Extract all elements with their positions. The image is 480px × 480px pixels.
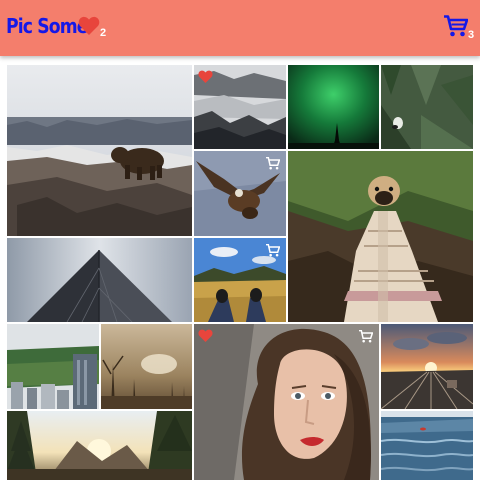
cart-count: 3: [468, 29, 475, 41]
heart-icon: [78, 16, 100, 35]
cart-link[interactable]: 3: [444, 15, 476, 43]
photo-dead-trees[interactable]: [101, 324, 192, 409]
photo-woman-portrait-cart-icon[interactable]: [359, 330, 375, 344]
photo-pug-blanket-image: [288, 151, 473, 322]
photo-woman-portrait-image: [194, 324, 379, 480]
app-title[interactable]: Pic Some: [6, 14, 88, 38]
photo-skyscraper-image: [7, 238, 192, 322]
photo-aurora[interactable]: [288, 65, 379, 149]
photo-woman-portrait[interactable]: [194, 324, 379, 480]
photo-feet-in-field-cart-icon[interactable]: [266, 244, 282, 258]
photo-ocean[interactable]: [381, 411, 473, 480]
photo-bear[interactable]: [7, 65, 192, 236]
photo-pug-blanket[interactable]: [288, 151, 473, 322]
app: Pic Some 2 3: [0, 0, 480, 480]
photo-bear-image: [7, 65, 192, 236]
photo-woman-portrait-favorite-icon[interactable]: [198, 329, 214, 343]
photo-mountain-sunrise-image: [7, 411, 192, 480]
photo-eagle[interactable]: [194, 151, 286, 236]
photo-rail-sunset[interactable]: [381, 324, 473, 409]
photo-eagle-cart-icon[interactable]: [266, 157, 282, 171]
photo-ocean-image: [381, 411, 473, 480]
photo-misty-forest[interactable]: [194, 65, 286, 149]
cart-icon: [444, 15, 468, 37]
photo-dead-trees-image: [101, 324, 192, 409]
favorites-link[interactable]: 2: [78, 15, 110, 41]
photo-gallery: [0, 0, 480, 480]
photo-aurora-image: [288, 65, 379, 149]
photo-bird-in-pines-image: [381, 65, 473, 149]
photo-mountain-sunrise[interactable]: [7, 411, 192, 480]
photo-misty-forest-favorite-icon[interactable]: [198, 70, 214, 84]
photo-city-park-image: [7, 324, 99, 409]
app-header: Pic Some 2 3: [0, 0, 480, 56]
photo-feet-in-field[interactable]: [194, 238, 286, 322]
photo-rail-sunset-image: [381, 324, 473, 409]
photo-city-park[interactable]: [7, 324, 99, 409]
photo-bird-in-pines[interactable]: [381, 65, 473, 149]
photo-skyscraper[interactable]: [7, 238, 192, 322]
favorites-count: 2: [100, 27, 107, 39]
